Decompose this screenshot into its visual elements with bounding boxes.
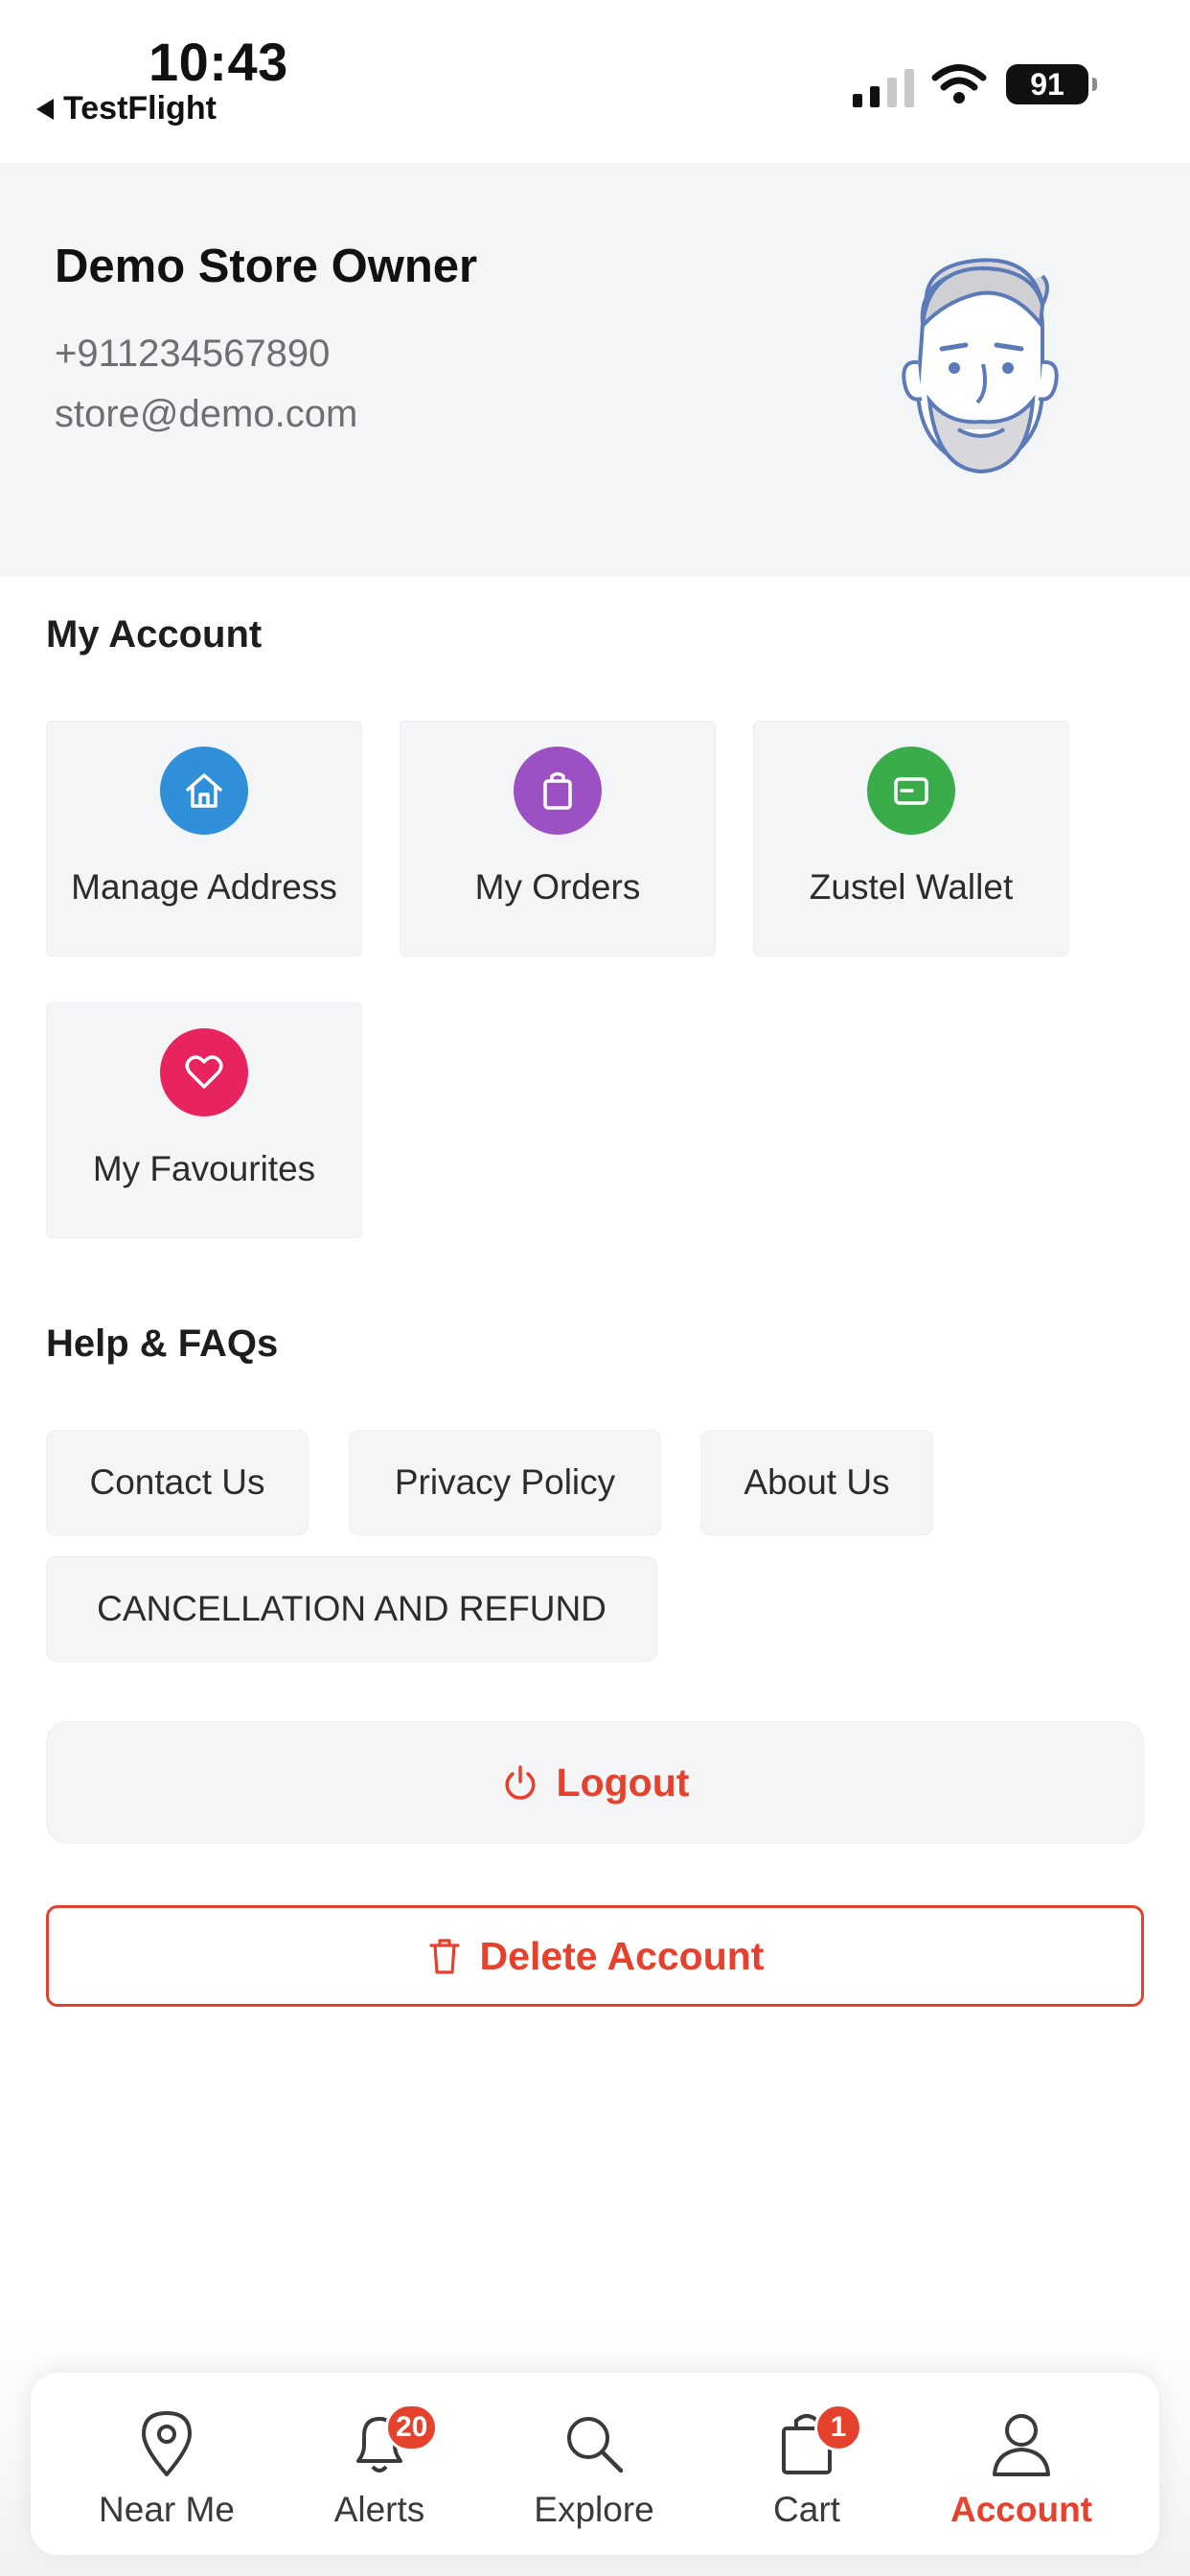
nav-explore[interactable]: Explore [498, 2373, 690, 2555]
back-arrow-icon [36, 98, 54, 120]
cart-badge: 1 [814, 2404, 862, 2451]
home-icon [160, 747, 248, 835]
nav-label: Near Me [99, 2490, 235, 2529]
alerts-badge: 20 [385, 2404, 439, 2451]
tile-label: Zustel Wallet [809, 867, 1014, 907]
location-pin-icon [142, 2411, 192, 2476]
back-app-label: TestFlight [63, 90, 217, 126]
my-orders-tile[interactable]: My Orders [400, 721, 716, 956]
nav-label: Alerts [333, 2490, 425, 2529]
avatar-illustration-icon [902, 258, 1059, 474]
delete-account-label: Delete Account [479, 1933, 765, 1978]
power-icon [504, 1765, 536, 1800]
trash-icon [428, 1939, 460, 1974]
nav-label: Cart [773, 2490, 840, 2529]
bag-icon [514, 747, 602, 835]
bottom-navigation: Near Me 20 Alerts Explore 1 Cart Account [31, 2373, 1159, 2555]
manage-address-tile[interactable]: Manage Address [46, 721, 362, 956]
tile-label: My Favourites [92, 1149, 316, 1188]
delete-account-button[interactable]: Delete Account [46, 1905, 1144, 2007]
profile-phone: +911234567890 [55, 333, 331, 375]
nav-account[interactable]: Account [926, 2373, 1117, 2555]
wallet-icon [867, 747, 955, 835]
nav-label: Account [950, 2490, 1092, 2529]
wifi-icon [931, 64, 987, 104]
back-to-app-link[interactable]: TestFlight [36, 90, 217, 127]
my-account-title: My Account [46, 613, 263, 656]
nav-alerts[interactable]: 20 Alerts [284, 2373, 475, 2555]
privacy-policy-chip[interactable]: Privacy Policy [349, 1430, 661, 1535]
logout-label: Logout [556, 1760, 690, 1805]
my-favourites-tile[interactable]: My Favourites [46, 1002, 362, 1238]
nav-label: Explore [534, 2490, 654, 2529]
status-time: 10:43 [149, 32, 288, 92]
status-bar: 10:43 TestFlight 91 [0, 0, 1190, 163]
cellular-signal-icon [853, 69, 914, 107]
help-faqs-title: Help & FAQs [46, 1322, 279, 1365]
profile-name: Demo Store Owner [55, 241, 478, 292]
logout-button[interactable]: Logout [46, 1721, 1144, 1844]
account-screen: 10:43 TestFlight 91 Demo Store Owner +91… [0, 0, 1190, 2576]
battery-level: 91 [1030, 66, 1064, 102]
profile-email: store@demo.com [55, 393, 358, 435]
profile-header: Demo Store Owner +911234567890 store@dem… [0, 163, 1190, 577]
nav-near-me[interactable]: Near Me [71, 2373, 263, 2555]
user-icon [993, 2414, 1050, 2476]
battery-indicator: 91 [1006, 64, 1097, 104]
nav-cart[interactable]: 1 Cart [711, 2373, 903, 2555]
tile-label: Manage Address [71, 867, 337, 907]
cancellation-refund-chip[interactable]: CANCELLATION AND REFUND [46, 1556, 657, 1662]
contact-us-chip[interactable]: Contact Us [46, 1430, 309, 1535]
heart-icon [160, 1028, 248, 1116]
search-icon [567, 2417, 624, 2473]
about-us-chip[interactable]: About Us [700, 1430, 933, 1535]
tile-label: My Orders [474, 867, 641, 907]
zustel-wallet-tile[interactable]: Zustel Wallet [753, 721, 1069, 956]
